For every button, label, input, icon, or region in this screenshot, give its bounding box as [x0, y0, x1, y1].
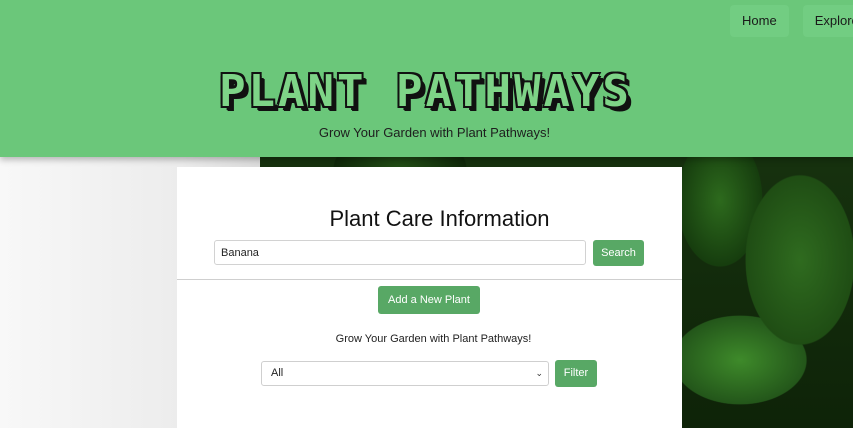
site-title: PLANT PATHWAYS: [219, 66, 632, 117]
search-input[interactable]: [214, 240, 586, 265]
add-plant-button[interactable]: Add a New Plant: [378, 286, 480, 314]
card-tagline: Grow Your Garden with Plant Pathways!: [335, 333, 532, 345]
plant-care-card: Plant Care Information Search Add a New …: [177, 167, 682, 428]
nav-item-explore[interactable]: Explore: [802, 5, 853, 37]
card-title: Plant Care Information: [329, 206, 550, 231]
site-header: Home Explore PLANT PATHWAYS Grow Your Ga…: [0, 0, 853, 157]
filter-select[interactable]: All ⌄: [261, 361, 549, 386]
top-nav: Home Explore: [730, 5, 853, 37]
chevron-down-icon: ⌄: [535, 368, 543, 378]
search-button[interactable]: Search: [593, 240, 644, 266]
filter-button[interactable]: Filter: [555, 360, 597, 387]
divider: [177, 279, 682, 280]
filter-select-value: All: [271, 367, 284, 379]
nav-item-home[interactable]: Home: [730, 5, 789, 37]
site-subtitle: Grow Your Garden with Plant Pathways!: [318, 125, 551, 140]
